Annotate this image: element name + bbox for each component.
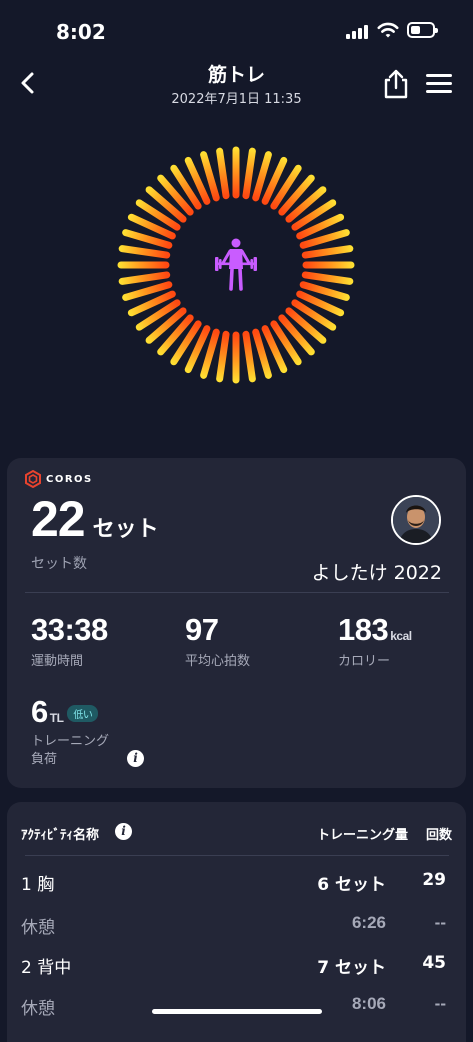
username: よしたけ 2022 xyxy=(311,562,442,584)
calories-value: 183 xyxy=(338,612,389,647)
weightlifting-icon xyxy=(215,238,257,291)
divider xyxy=(25,855,449,856)
training-load-label-line2: 負荷 xyxy=(31,752,58,767)
metric-training-load: 6 TL 低い xyxy=(31,694,99,730)
sets-value: 22 xyxy=(31,491,86,547)
training-load-info-icon[interactable]: i xyxy=(127,750,144,767)
ring-segment xyxy=(118,271,171,285)
rest-label: 休憩 xyxy=(21,918,55,938)
exercise-name: 2 背中 xyxy=(21,958,72,978)
summary-card: COROS 22 セット セット数 よしたけ 2022 33:38 運動時間 9… xyxy=(7,458,466,788)
training-load-unit: TL xyxy=(49,711,64,725)
ring-segment xyxy=(301,271,354,285)
sets-unit: セット xyxy=(92,517,159,542)
sets-label: セット数 xyxy=(31,556,87,572)
rest-label: 休憩 xyxy=(21,999,55,1019)
rest-duration: 8:06 xyxy=(351,994,386,1013)
training-load-value: 6 xyxy=(31,694,48,729)
status-time: 8:02 xyxy=(56,20,106,44)
ring-segment xyxy=(216,330,230,383)
training-load-label: トレーニング 負荷 xyxy=(31,733,109,769)
calories-unit: kcal xyxy=(390,629,412,643)
activity-name-info-icon[interactable]: i xyxy=(115,823,132,840)
table-row[interactable]: 2 背中 7 セット 45 xyxy=(7,953,466,983)
status-bar: 8:02 xyxy=(0,0,473,60)
ring-segment xyxy=(118,245,171,259)
ring-segment xyxy=(242,330,256,383)
metric-duration: 33:38 運動時間 xyxy=(31,612,108,669)
metric-calories: 183 kcal カロリー xyxy=(338,612,412,669)
rep-count: -- xyxy=(434,913,446,932)
home-indicator[interactable] xyxy=(152,1009,322,1014)
table-row[interactable]: 1 胸 6 セット 29 xyxy=(7,870,466,900)
avg-heart-rate-value: 97 xyxy=(185,612,219,647)
training-amount: 7 セット xyxy=(317,958,386,978)
wifi-icon xyxy=(377,22,399,38)
divider xyxy=(25,592,449,593)
coros-logo-icon xyxy=(25,470,41,488)
header-training-amount: トレーニング量 xyxy=(316,828,408,843)
training-amount: 6 セット xyxy=(317,875,386,895)
ring-segment xyxy=(242,147,256,200)
activity-ring xyxy=(117,146,355,384)
battery-icon xyxy=(407,22,438,38)
exercise-name: 1 胸 xyxy=(21,875,55,895)
activity-table: ｱｸﾃｨﾋﾞﾃｨ名称 i トレーニング量 回数 1 胸 6 セット 29 休憩 … xyxy=(7,802,466,1042)
duration-value: 33:38 xyxy=(31,612,108,647)
coros-logo: COROS xyxy=(25,470,93,488)
avatar[interactable] xyxy=(391,495,441,545)
header-activity-name: ｱｸﾃｨﾋﾞﾃｨ名称 xyxy=(21,828,100,843)
avg-heart-rate-label: 平均心拍数 xyxy=(185,654,251,669)
rep-count: 45 xyxy=(422,953,446,973)
training-load-badge: 低い xyxy=(67,705,99,722)
cellular-signal-icon xyxy=(346,25,370,39)
duration-label: 運動時間 xyxy=(31,654,84,669)
ring-segment xyxy=(301,245,354,259)
total-sets: 22 セット xyxy=(31,490,159,548)
calories-label: カロリー xyxy=(338,654,391,669)
metric-avg-heart-rate: 97 平均心拍数 xyxy=(185,612,250,669)
training-load-label-line1: トレーニング xyxy=(31,734,110,749)
nav-header: 筋トレ 2022年7月1日 11:35 xyxy=(0,56,473,112)
share-icon[interactable] xyxy=(380,68,412,100)
rest-duration: 6:26 xyxy=(351,913,386,932)
rep-count: 29 xyxy=(422,870,446,890)
menu-icon[interactable] xyxy=(424,72,454,96)
brand-name: COROS xyxy=(46,473,93,485)
rep-count: -- xyxy=(434,994,446,1013)
header-count: 回数 xyxy=(425,828,452,843)
table-row-rest: 休憩 6:26 -- xyxy=(7,913,466,943)
ring-segment xyxy=(216,147,230,200)
